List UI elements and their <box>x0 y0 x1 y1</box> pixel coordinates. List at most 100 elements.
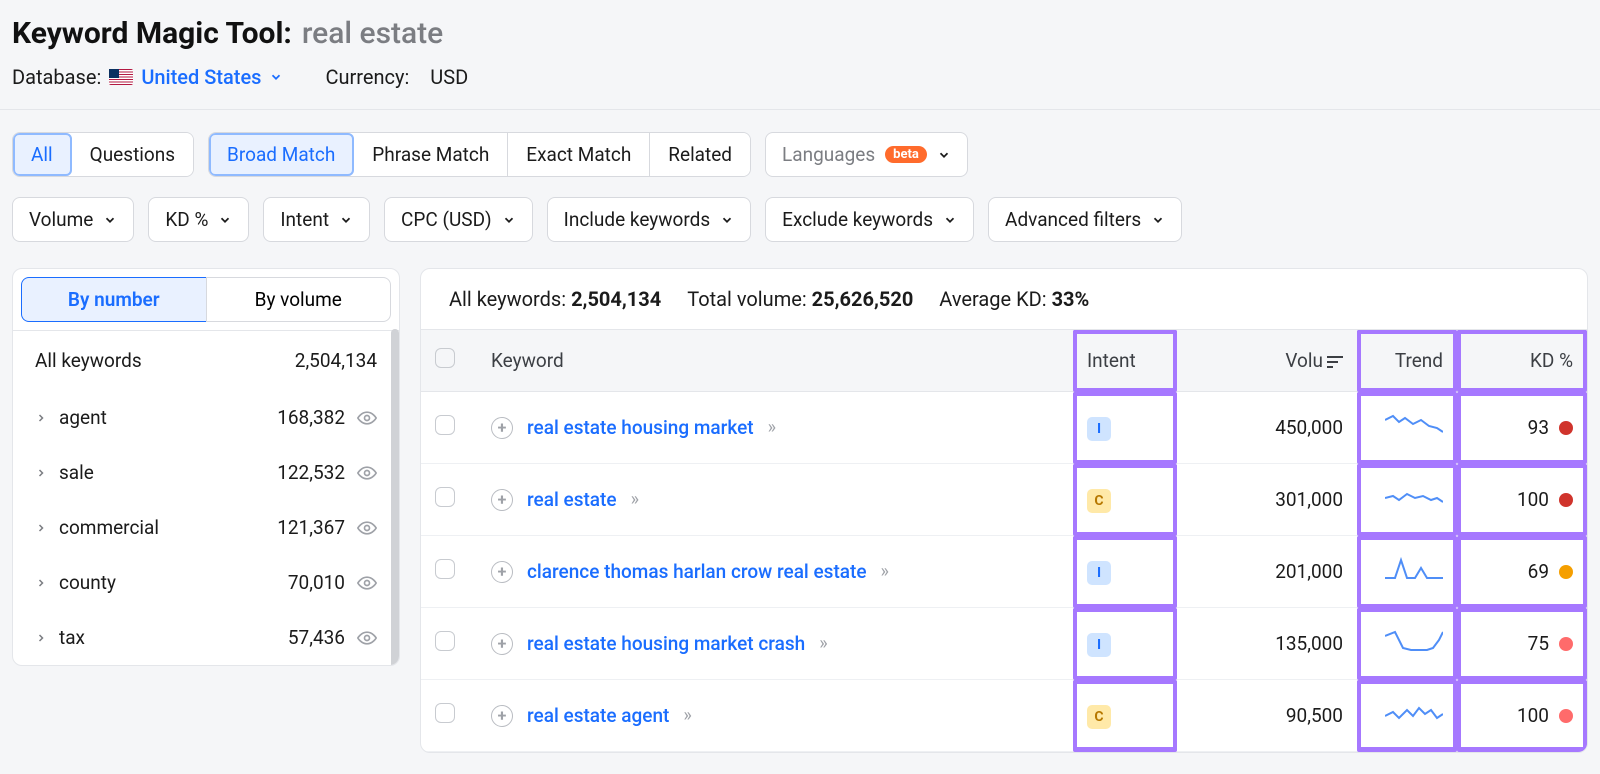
col-keyword[interactable]: Keyword <box>477 330 1073 392</box>
title-label: Keyword Magic Tool: <box>12 16 292 51</box>
keyword-link[interactable]: real estate <box>527 488 617 511</box>
filter-volume-label: Volume <box>29 208 93 231</box>
row-checkbox[interactable] <box>435 703 455 723</box>
keywords-table: Keyword Intent Volu Trend KD % + real es… <box>421 329 1587 752</box>
sidebar-item-count: 168,382 <box>277 406 345 429</box>
kd-cell: 100 <box>1517 704 1573 727</box>
eye-icon[interactable] <box>357 628 377 648</box>
filter-intent-label: Intent <box>280 208 329 231</box>
chevron-right-icon <box>35 467 47 479</box>
trend-sparkline <box>1385 554 1443 584</box>
eye-icon[interactable] <box>357 573 377 593</box>
sidebar-item-label: agent <box>59 406 265 429</box>
tab-questions[interactable]: Questions <box>72 133 193 176</box>
sidebar-item-count: 121,367 <box>277 516 345 539</box>
expand-icon[interactable]: + <box>491 561 513 583</box>
select-all-checkbox[interactable] <box>435 348 455 368</box>
summary-total-value: 25,626,520 <box>812 287 914 311</box>
summary-avg-value: 33% <box>1052 287 1090 311</box>
filter-exclude-keywords[interactable]: Exclude keywords <box>765 197 974 242</box>
sidebar-item-commercial[interactable]: commercial 121,367 <box>13 500 399 555</box>
tab-all[interactable]: All <box>13 133 72 176</box>
trend-sparkline <box>1385 410 1443 440</box>
chevron-down-icon <box>502 213 516 227</box>
filter-cpc-label: CPC (USD) <box>401 208 492 231</box>
col-checkbox <box>421 330 477 392</box>
col-kd[interactable]: KD % <box>1457 330 1587 392</box>
tab-related[interactable]: Related <box>650 133 750 176</box>
keyword-groups-sidebar: By number By volume All keywords 2,504,1… <box>12 268 400 666</box>
keyword-link[interactable]: clarence thomas harlan crow real estate <box>527 560 867 583</box>
filter-include-keywords[interactable]: Include keywords <box>547 197 752 242</box>
kd-dot-icon <box>1559 709 1573 723</box>
sidebar-item-agent[interactable]: agent 168,382 <box>13 390 399 445</box>
expand-icon[interactable]: + <box>491 633 513 655</box>
results-panel: All keywords: 2,504,134 Total volume: 25… <box>420 268 1588 753</box>
languages-label: Languages <box>782 143 875 166</box>
languages-dropdown[interactable]: Languages beta <box>765 132 968 177</box>
type-segment: All Questions <box>12 132 194 177</box>
kd-cell: 100 <box>1517 488 1573 511</box>
database-label: Database: <box>12 65 101 89</box>
filter-cpc[interactable]: CPC (USD) <box>384 197 533 242</box>
eye-icon[interactable] <box>357 408 377 428</box>
sidebar-all-keywords[interactable]: All keywords 2,504,134 <box>13 331 399 390</box>
eye-icon[interactable] <box>357 518 377 538</box>
table-row: + real estate » C 301,000 100 <box>421 464 1587 536</box>
col-volume[interactable]: Volu <box>1177 330 1357 392</box>
row-checkbox[interactable] <box>435 487 455 507</box>
row-checkbox[interactable] <box>435 415 455 435</box>
filter-include-label: Include keywords <box>564 208 711 231</box>
flag-us-icon <box>109 69 133 85</box>
currency-display: Currency: USD <box>325 65 468 89</box>
keyword-link[interactable]: real estate housing market <box>527 416 754 439</box>
volume-cell: 90,500 <box>1177 680 1357 752</box>
double-chevron-icon[interactable]: » <box>631 489 635 510</box>
filter-volume[interactable]: Volume <box>12 197 134 242</box>
chevron-right-icon <box>35 412 47 424</box>
row-checkbox[interactable] <box>435 559 455 579</box>
kd-cell: 69 <box>1528 560 1573 583</box>
keyword-link[interactable]: real estate agent <box>527 704 669 727</box>
double-chevron-icon[interactable]: » <box>683 705 687 726</box>
page-title: Keyword Magic Tool: real estate <box>12 10 1588 65</box>
double-chevron-icon[interactable]: » <box>819 633 823 654</box>
tab-broad-match[interactable]: Broad Match <box>209 133 354 176</box>
sidebar-item-sale[interactable]: sale 122,532 <box>13 445 399 500</box>
scrollbar[interactable] <box>391 329 399 666</box>
filter-kd[interactable]: KD % <box>148 197 249 242</box>
sidebar-item-county[interactable]: county 70,010 <box>13 555 399 610</box>
sidebar-item-tax[interactable]: tax 57,436 <box>13 610 399 665</box>
double-chevron-icon[interactable]: » <box>881 561 885 582</box>
trend-sparkline <box>1385 626 1443 656</box>
filter-advanced[interactable]: Advanced filters <box>988 197 1182 242</box>
sidebar-item-label: county <box>59 571 276 594</box>
tab-exact-match[interactable]: Exact Match <box>508 133 650 176</box>
summary-total-label: Total volume: <box>687 287 806 311</box>
tab-phrase-match[interactable]: Phrase Match <box>354 133 508 176</box>
sidebar-all-label: All keywords <box>35 349 142 372</box>
chevron-right-icon <box>35 577 47 589</box>
sidebar-tab-by-number[interactable]: By number <box>21 277 206 322</box>
expand-icon[interactable]: + <box>491 417 513 439</box>
database-selector[interactable]: United States <box>141 65 283 89</box>
eye-icon[interactable] <box>357 463 377 483</box>
sidebar-item-label: sale <box>59 461 265 484</box>
keyword-link[interactable]: real estate housing market crash <box>527 632 805 655</box>
intent-badge: I <box>1087 417 1111 441</box>
intent-badge: I <box>1087 633 1111 657</box>
col-trend[interactable]: Trend <box>1357 330 1457 392</box>
table-row: + real estate agent » C 90,500 100 <box>421 680 1587 752</box>
expand-icon[interactable]: + <box>491 705 513 727</box>
sidebar-item-count: 70,010 <box>288 571 345 594</box>
row-checkbox[interactable] <box>435 631 455 651</box>
double-chevron-icon[interactable]: » <box>768 417 772 438</box>
intent-badge: I <box>1087 561 1111 585</box>
chevron-down-icon <box>720 213 734 227</box>
col-intent[interactable]: Intent <box>1073 330 1177 392</box>
chevron-right-icon <box>35 522 47 534</box>
sidebar-tab-by-volume[interactable]: By volume <box>206 277 392 322</box>
summary-avg-label: Average KD: <box>939 287 1046 311</box>
filter-intent[interactable]: Intent <box>263 197 370 242</box>
expand-icon[interactable]: + <box>491 489 513 511</box>
